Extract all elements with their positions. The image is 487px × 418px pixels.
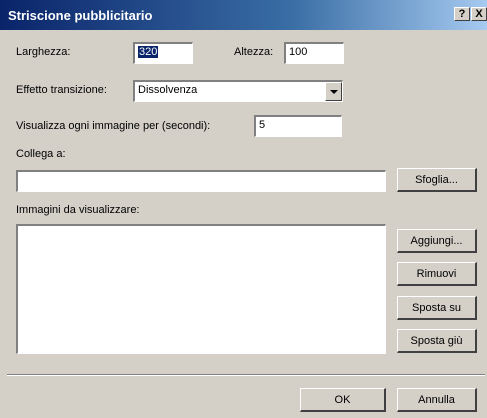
- add-button[interactable]: Aggiungi...: [397, 229, 477, 253]
- move-up-button[interactable]: Sposta su: [397, 296, 477, 320]
- width-label: Larghezza:: [16, 46, 71, 58]
- link-field[interactable]: [16, 170, 386, 192]
- browse-button[interactable]: Sfoglia...: [397, 168, 477, 192]
- separator: [7, 374, 485, 376]
- images-label: Immagini da visualizzare:: [16, 204, 140, 216]
- help-button[interactable]: ?: [454, 7, 470, 21]
- chevron-down-icon[interactable]: [325, 82, 342, 101]
- height-value: 100: [289, 46, 308, 58]
- width-value: 320: [138, 46, 159, 58]
- transition-label: Effetto transizione:: [16, 84, 107, 96]
- height-field[interactable]: 100: [284, 42, 344, 64]
- link-label: Collega a:: [16, 148, 66, 160]
- duration-value: 5: [259, 119, 266, 131]
- window-title: Striscione pubblicitario: [8, 8, 153, 23]
- move-down-button[interactable]: Sposta giù: [397, 329, 477, 353]
- close-button[interactable]: X: [471, 7, 487, 21]
- title-bar: Striscione pubblicitario ? X: [0, 0, 487, 30]
- duration-field[interactable]: 5: [254, 115, 342, 137]
- images-list[interactable]: [16, 224, 386, 354]
- height-label: Altezza:: [234, 46, 274, 58]
- cancel-button[interactable]: Annulla: [397, 388, 477, 412]
- remove-button[interactable]: Rimuovi: [397, 262, 477, 286]
- ok-button[interactable]: OK: [300, 388, 386, 412]
- transition-select[interactable]: Dissolvenza: [133, 80, 343, 102]
- duration-label: Visualizza ogni immagine per (secondi):: [16, 120, 211, 132]
- transition-value: Dissolvenza: [138, 84, 198, 96]
- width-field[interactable]: 320: [133, 42, 193, 64]
